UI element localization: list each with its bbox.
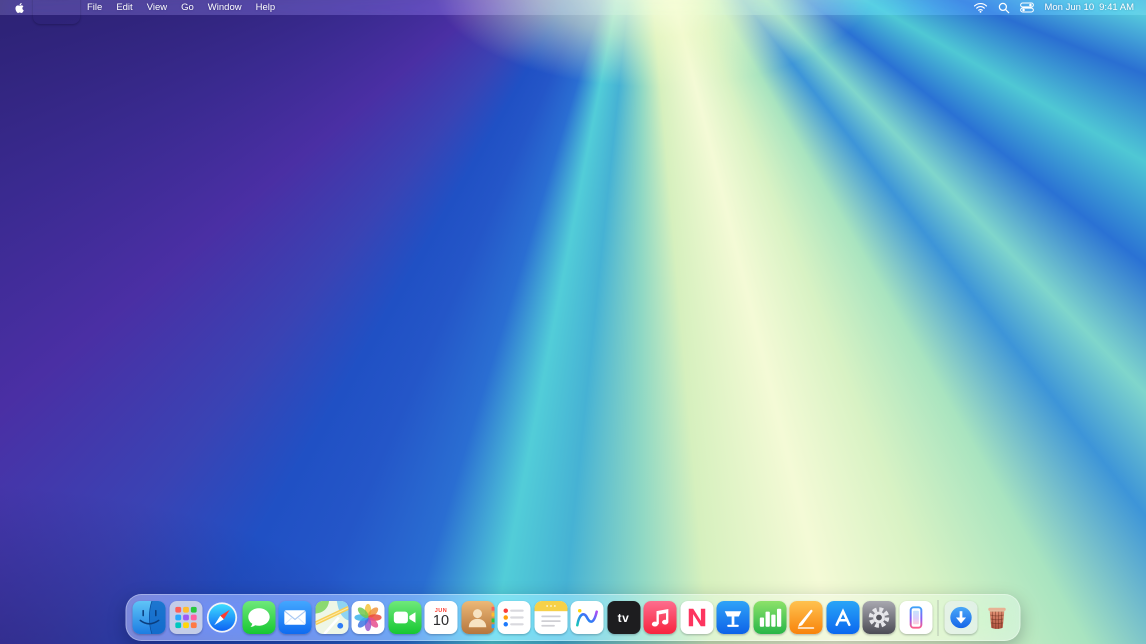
downloads-icon: [944, 601, 977, 634]
dock-facetime[interactable]: [387, 600, 422, 635]
menu-file[interactable]: File: [80, 2, 109, 13]
control-center[interactable]: [1020, 2, 1034, 13]
menu-bar-clock[interactable]: Mon Jun 10 9:41 AM: [1044, 2, 1134, 13]
dock-freeform[interactable]: [570, 600, 605, 635]
dock-finder[interactable]: [132, 600, 167, 635]
menu-view[interactable]: View: [140, 2, 174, 13]
dock-pages[interactable]: [789, 600, 824, 635]
dock-notes[interactable]: [533, 600, 568, 635]
spotlight-search-icon: [998, 2, 1010, 14]
photos-icon: [352, 601, 385, 634]
tv-logo-label: tv: [618, 611, 630, 625]
dock-downloads[interactable]: [943, 600, 978, 635]
keynote-icon: [717, 601, 750, 634]
apple-icon: [14, 2, 25, 14]
wifi-icon: [973, 2, 988, 13]
mail-icon: [279, 601, 312, 634]
system-settings-icon: [863, 601, 896, 634]
dock-contacts[interactable]: [460, 600, 495, 635]
dock-mail[interactable]: [278, 600, 313, 635]
dock-music[interactable]: [643, 600, 678, 635]
dock-system-settings[interactable]: [862, 600, 897, 635]
menu-bar-right: Mon Jun 10 9:41 AM: [973, 2, 1134, 14]
dock-maps[interactable]: [314, 600, 349, 635]
menu-edit[interactable]: Edit: [109, 2, 139, 13]
tv-icon: tv: [607, 601, 640, 634]
music-icon: [644, 601, 677, 634]
finder-icon: [133, 601, 166, 634]
dock-photos[interactable]: [351, 600, 386, 635]
wifi-status[interactable]: [973, 2, 988, 13]
menu-window[interactable]: Window: [201, 2, 249, 13]
dock-numbers[interactable]: [752, 600, 787, 635]
contacts-icon: [461, 601, 494, 634]
notes-icon: [534, 601, 567, 634]
app-store-icon: [826, 601, 859, 634]
clock-time: 9:41 AM: [1099, 2, 1134, 13]
safari-icon: [206, 601, 239, 634]
clock-date: Mon Jun 10: [1044, 2, 1094, 13]
dock-launchpad[interactable]: [168, 600, 203, 635]
menu-go[interactable]: Go: [174, 2, 201, 13]
dock-tv[interactable]: tv: [606, 600, 641, 635]
messages-icon: [242, 601, 275, 634]
numbers-icon: [753, 601, 786, 634]
apple-menu[interactable]: [12, 2, 33, 14]
control-center-icon: [1020, 2, 1034, 13]
dock-news[interactable]: [679, 600, 714, 635]
desktop-wallpaper: Finder File Edit View Go Window Help: [0, 0, 1146, 644]
dock-calendar[interactable]: JUN 10: [424, 600, 459, 635]
reminders-icon: [498, 601, 531, 634]
dock-reminders[interactable]: [497, 600, 532, 635]
dock-safari[interactable]: [205, 600, 240, 635]
dock-trash[interactable]: [980, 600, 1015, 635]
dock-app-store[interactable]: [825, 600, 860, 635]
menu-finder[interactable]: Finder: [33, 0, 80, 24]
dock-divider: [938, 600, 939, 636]
dock-keynote[interactable]: [716, 600, 751, 635]
dock-iphone-mirroring[interactable]: [898, 600, 933, 635]
pages-icon: [790, 601, 823, 634]
calendar-icon: JUN 10: [425, 601, 458, 634]
calendar-day-label: 10: [433, 614, 449, 629]
dock: JUN 10: [126, 594, 1021, 641]
menu-help[interactable]: Help: [249, 2, 283, 13]
trash-icon: [981, 601, 1014, 634]
facetime-icon: [388, 601, 421, 634]
dock-messages[interactable]: [241, 600, 276, 635]
menu-bar-left: Finder File Edit View Go Window Help: [12, 0, 282, 24]
maps-icon: [315, 601, 348, 634]
news-icon: [680, 601, 713, 634]
freeform-icon: [571, 601, 604, 634]
iphone-mirroring-icon: [899, 601, 932, 634]
spotlight-search[interactable]: [998, 2, 1010, 14]
launchpad-icon: [169, 601, 202, 634]
menu-bar: Finder File Edit View Go Window Help: [0, 0, 1146, 15]
